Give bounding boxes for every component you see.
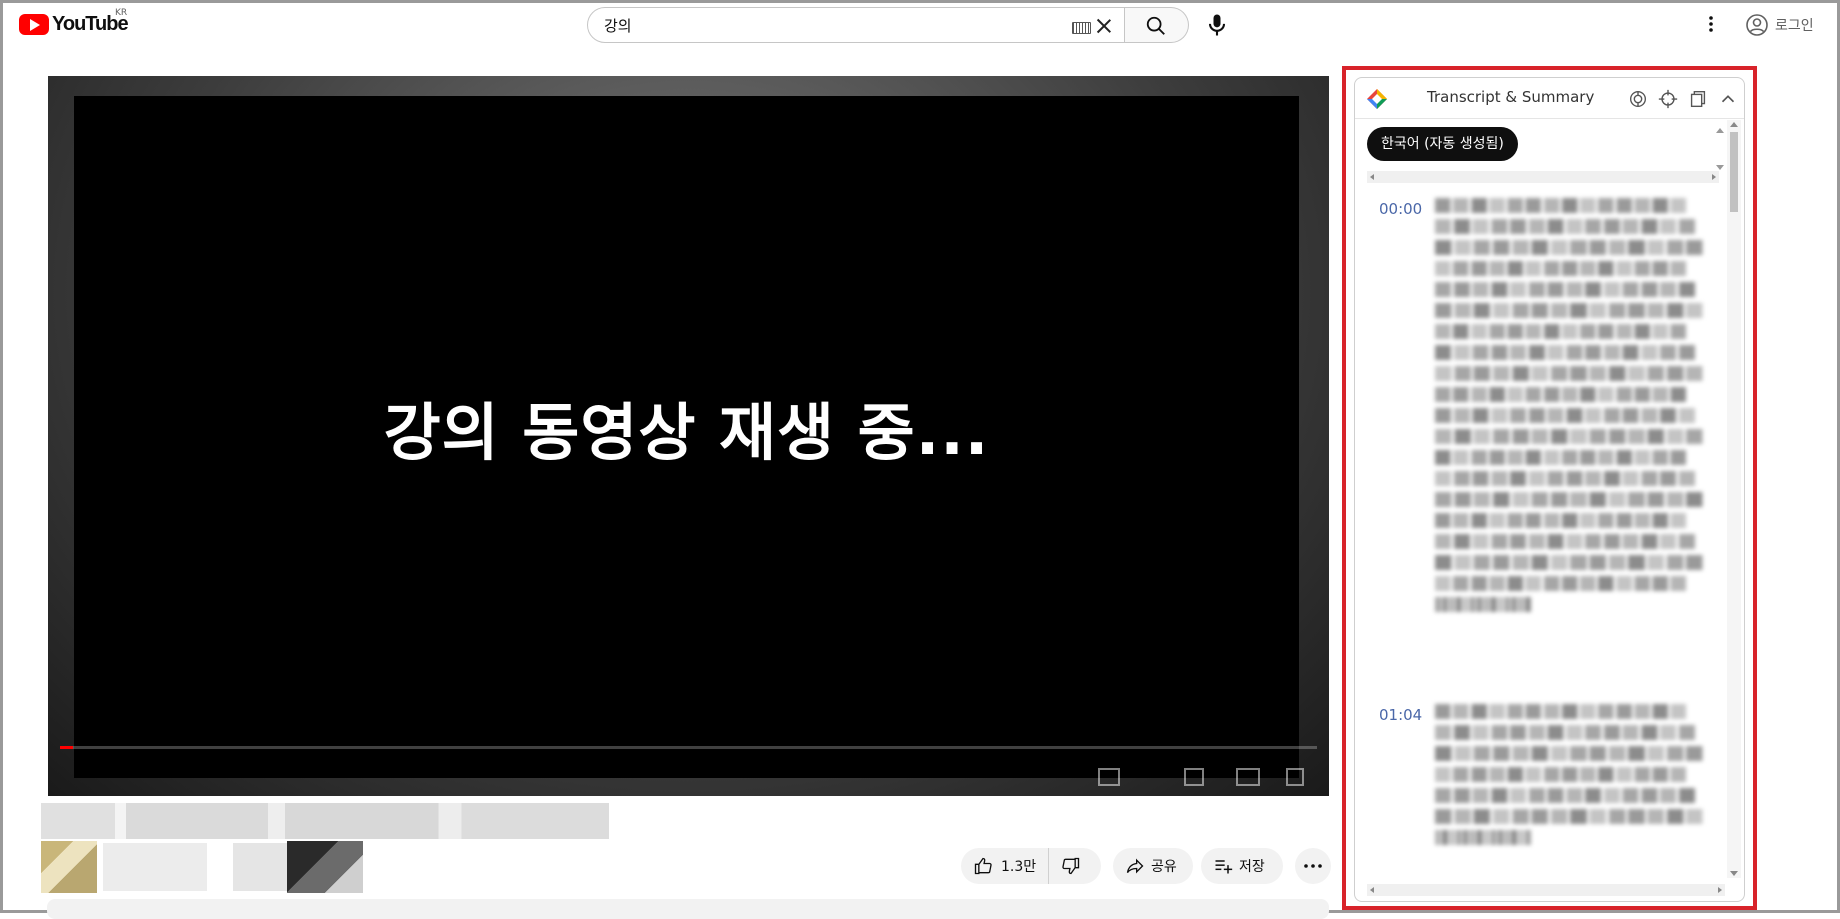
search-button[interactable] <box>1125 7 1189 43</box>
microphone-icon <box>1208 14 1226 36</box>
blurred-line <box>1435 746 1712 761</box>
keyboard-icon[interactable] <box>1072 22 1091 34</box>
blurred-line <box>1435 387 1695 402</box>
chatgpt-icon[interactable] <box>1627 88 1649 110</box>
panel-header: Transcript & Summary <box>1355 78 1744 119</box>
voice-search-button[interactable] <box>1203 11 1231 39</box>
blurred-line <box>1435 597 1534 612</box>
scroll-down-arrow[interactable] <box>1730 871 1738 876</box>
blurred-line <box>1435 450 1695 465</box>
blurred-line <box>1435 198 1695 213</box>
blurred-line <box>1435 830 1534 845</box>
transcript-summary-panel: Transcript & Summary 한국어 (자동 생성됨) 00:00 <box>1354 77 1745 902</box>
playlist-add-icon <box>1215 860 1233 874</box>
blurred-line <box>1435 471 1703 486</box>
chip-horizontal-scrollbar[interactable] <box>1367 171 1719 183</box>
transcript-horizontal-scrollbar[interactable] <box>1367 884 1725 896</box>
blurred-line <box>1435 240 1712 255</box>
scroll-up-arrow[interactable] <box>1730 122 1738 127</box>
account-icon <box>1746 14 1768 36</box>
blurred-line <box>1435 534 1703 549</box>
video-title-blurred <box>41 803 609 839</box>
login-button[interactable]: 로그인 <box>1745 9 1837 41</box>
like-dislike-group: 1.3만 <box>961 848 1101 884</box>
search-query[interactable]: 강의 <box>604 15 632 36</box>
channel-avatar[interactable] <box>41 841 97 893</box>
share-label: 공유 <box>1151 859 1177 875</box>
like-count: 1.3만 <box>1001 859 1037 875</box>
blurred-line <box>1435 725 1703 740</box>
segment-text-blurred <box>1435 704 1717 851</box>
login-label: 로그인 <box>1775 18 1814 34</box>
chip-scrollbar[interactable] <box>1715 126 1725 174</box>
youtube-play-icon <box>19 14 49 35</box>
like-button[interactable]: 1.3만 <box>961 848 1050 884</box>
blurred-line <box>1435 429 1712 444</box>
blurred-line <box>1435 366 1712 381</box>
crosshair-icon[interactable] <box>1657 88 1679 110</box>
segment-text-blurred <box>1435 198 1717 618</box>
blurred-line <box>1435 345 1703 360</box>
blurred-line <box>1435 408 1703 423</box>
dislike-button[interactable] <box>1049 856 1081 876</box>
share-icon <box>1126 858 1144 874</box>
save-button[interactable]: 저장 <box>1201 848 1283 884</box>
blurred-line <box>1435 767 1695 782</box>
segment-timestamp[interactable]: 01:04 <box>1379 706 1422 724</box>
clear-search-icon[interactable] <box>1094 16 1114 36</box>
blurred-line <box>1435 492 1712 507</box>
video-progress-bar[interactable] <box>60 746 1317 749</box>
blurred-line <box>1435 788 1703 803</box>
extension-logo-icon <box>1367 89 1387 109</box>
country-code: KR <box>115 8 128 18</box>
fullscreen-icon[interactable] <box>1286 768 1304 786</box>
video-overlay-text: 강의 동영상 재생 중... <box>383 396 990 469</box>
segment-timestamp[interactable]: 00:00 <box>1379 200 1422 218</box>
share-button[interactable]: 공유 <box>1113 848 1193 884</box>
thumbs-down-icon <box>1062 857 1080 875</box>
video-player[interactable]: 강의 동영상 재생 중... <box>48 76 1329 796</box>
copy-icon[interactable] <box>1687 88 1709 110</box>
blurred-line <box>1435 704 1695 719</box>
blurred-line <box>1435 303 1712 318</box>
description-box[interactable] <box>47 899 1329 919</box>
thumbs-up-icon <box>974 857 992 875</box>
blurred-line <box>1435 576 1695 591</box>
blurred-line <box>1435 555 1712 570</box>
blurred-line <box>1435 324 1695 339</box>
blurred-line <box>1435 513 1695 528</box>
more-actions-button[interactable] <box>1295 848 1331 884</box>
search-input[interactable]: 강의 <box>587 7 1125 43</box>
more-vert-icon <box>1709 16 1713 32</box>
subtitles-icon[interactable] <box>1098 768 1120 786</box>
youtube-logo[interactable]: YouTube <box>19 13 129 36</box>
video-progress-fill <box>60 746 73 749</box>
blurred-line <box>1435 282 1703 297</box>
blurred-line <box>1435 261 1695 276</box>
scroll-thumb[interactable] <box>1730 132 1738 212</box>
search-icon <box>1146 16 1165 35</box>
transcript-scrollbar[interactable] <box>1727 120 1741 878</box>
top-bar: YouTube KR 강의 로그인 <box>3 3 1837 45</box>
blurred-line <box>1435 219 1703 234</box>
save-label: 저장 <box>1239 859 1265 875</box>
panel-title: Transcript & Summary <box>1427 88 1595 106</box>
settings-menu-button[interactable] <box>1701 12 1721 36</box>
language-chip[interactable]: 한국어 (자동 생성됨) <box>1367 127 1518 161</box>
subscribe-button-blurred[interactable] <box>287 841 363 893</box>
video-screen[interactable]: 강의 동영상 재생 중... <box>74 96 1299 778</box>
blurred-line <box>1435 809 1712 824</box>
chevron-up-icon[interactable] <box>1717 88 1739 110</box>
theater-mode-icon[interactable] <box>1236 768 1260 786</box>
more-horiz-icon <box>1304 864 1322 868</box>
miniplayer-icon[interactable] <box>1184 768 1204 786</box>
